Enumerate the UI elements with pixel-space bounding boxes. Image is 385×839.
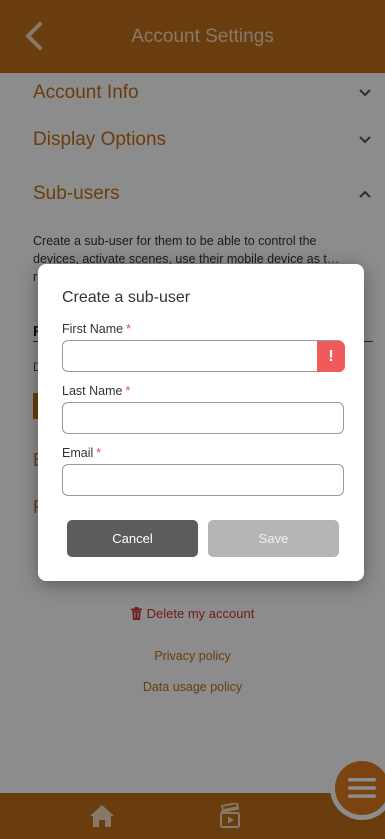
last-name-label: Last Name * [62,384,130,398]
required-asterisk: * [96,446,102,460]
save-button[interactable]: Save [208,520,339,557]
last-name-label-text: Last Name [62,384,123,398]
email-label: Email * [62,446,101,460]
required-asterisk: * [126,322,131,336]
first-name-label-text: First Name [62,322,124,336]
create-sub-user-dialog: Create a sub-user First Name * ! Last Nam… [38,264,364,581]
last-name-field[interactable] [62,402,344,434]
app-root: Account Settings Account Info Display Op… [0,0,385,839]
cancel-button[interactable]: Cancel [67,520,198,557]
first-name-field[interactable] [62,340,344,372]
required-asterisk: * [125,384,131,398]
dialog-title: Create a sub-user [62,289,191,306]
email-label-text: Email [62,446,94,460]
email-field[interactable] [62,464,344,496]
first-name-label: First Name * [62,322,131,336]
error-icon: ! [317,341,345,372]
